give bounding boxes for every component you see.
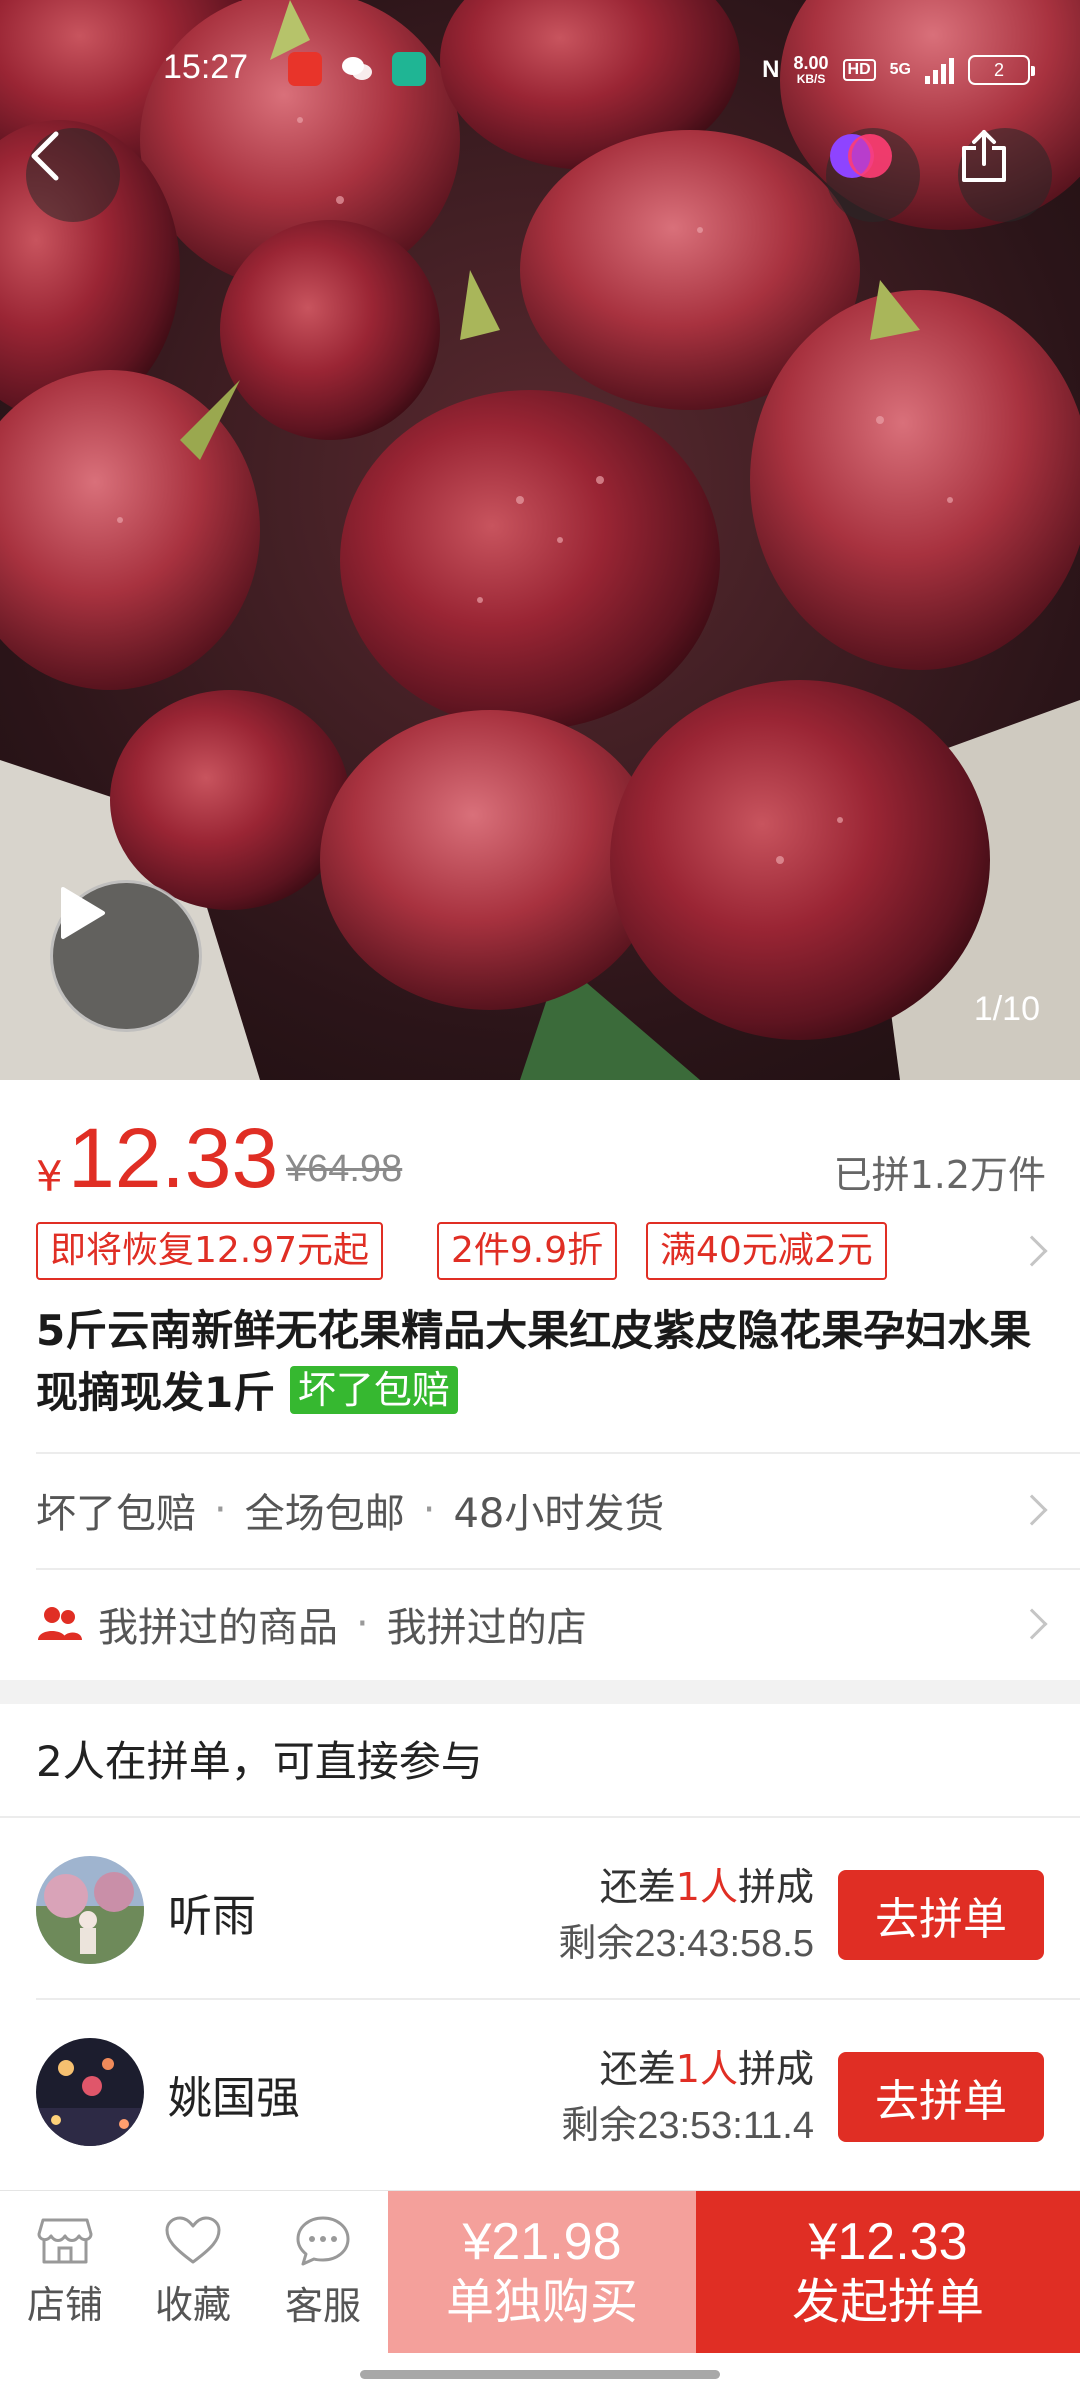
group-buy-label: 发起拼单 — [791, 2274, 984, 2330]
store-button[interactable]: 店铺 — [0, 2191, 130, 2353]
history-stores-link: 我拼过的店 — [386, 1605, 587, 1651]
single-label: 单独购买 — [445, 2274, 638, 2330]
didi-icon — [392, 52, 426, 86]
group-buy-header: 2人在拼单，可直接参与 — [36, 1737, 483, 1786]
service-item: 坏了包赔 — [36, 1491, 196, 1537]
currency-symbol: ¥ — [36, 1152, 63, 1201]
share-icon — [962, 130, 1006, 182]
group-price: 12.33 — [68, 1111, 279, 1205]
product-title: 5斤云南新鲜无花果精品大果红皮紫皮隐花果孕妇水果现摘现发1斤 坏了包赔 — [36, 1300, 1036, 1424]
speed-unit: KB/S — [796, 72, 826, 86]
play-icon — [61, 887, 105, 939]
nfc-icon: N — [762, 56, 780, 83]
battery-icon: 2 — [968, 55, 1035, 85]
play-video-button[interactable] — [50, 880, 202, 1032]
need-suffix: 拼成 — [737, 2047, 814, 2091]
image-counter: 1/10 — [973, 990, 1040, 1028]
group-buy-price: ¥12.33 — [808, 2213, 968, 2271]
service-guarantees-row[interactable]: 坏了包赔 · 全场包邮 · 48小时发货 — [36, 1460, 1048, 1560]
home-indicator[interactable] — [360, 2370, 720, 2379]
join-group-button[interactable]: 去拼单 — [838, 1870, 1044, 1960]
store-icon — [37, 2218, 93, 2263]
purchase-history-row[interactable]: 我拼过的商品 · 我拼过的店 — [36, 1574, 1048, 1674]
start-group-buy-button[interactable]: ¥12.33 发起拼单 — [696, 2191, 1080, 2353]
guarantee-badge: 坏了包赔 — [289, 1366, 458, 1414]
group-row: 姚国强 还差1人拼成 剩余23:53:11.4 去拼单 — [0, 2000, 1080, 2180]
need-count: 1人 — [675, 1865, 738, 1909]
separator-dot: · — [214, 1487, 227, 1533]
single-price: ¥21.98 — [462, 2213, 622, 2271]
pinduoduo-notification-icon — [288, 52, 322, 86]
countdown-timer: 剩余23:43:58.5 — [558, 1923, 814, 1965]
promo-tag: 满40元减2元 — [646, 1222, 887, 1280]
speed-value: 8.00 — [793, 53, 829, 73]
promo-tag: 即将恢复12.97元起 — [36, 1222, 384, 1280]
divider — [36, 1452, 1080, 1454]
history-products-link: 我拼过的商品 — [98, 1605, 338, 1651]
promo-tags-row[interactable]: 即将恢复12.97元起 2件9.9折 满40元减2元 — [36, 1222, 1048, 1282]
store-label: 店铺 — [26, 2282, 103, 2327]
avatar — [36, 2038, 144, 2146]
section-separator — [0, 1680, 1080, 1704]
wechat-icon — [340, 52, 374, 86]
countdown-timer: 剩余23:53:11.4 — [561, 2105, 814, 2147]
back-button[interactable] — [26, 128, 120, 222]
service-item: 全场包邮 — [244, 1491, 405, 1537]
join-group-button[interactable]: 去拼单 — [838, 2052, 1044, 2142]
need-suffix: 拼成 — [737, 1865, 814, 1909]
promo-tag: 2件9.9折 — [437, 1222, 618, 1280]
group-leader-name: 姚国强 — [168, 2073, 300, 2124]
separator-dot: · — [356, 1601, 369, 1647]
need-prefix: 还差 — [599, 2047, 676, 2091]
network-speed: 8.00 KB/S — [794, 54, 829, 86]
chevron-right-icon — [1016, 1494, 1048, 1526]
service-item: 48小时发货 — [453, 1491, 665, 1537]
product-image-carousel[interactable]: 15:27 N 8.00 KB/S HD 5G 2 1/10 — [0, 0, 1080, 1080]
group-row: 听雨 还差1人拼成 剩余23:43:58.5 去拼单 — [0, 1818, 1080, 1998]
chevron-left-icon — [31, 131, 59, 181]
status-time: 15:27 — [163, 48, 249, 86]
product-title-text: 5斤云南新鲜无花果精品大果红皮紫皮隐花果孕妇水果现摘现发1斤 — [36, 1306, 1032, 1417]
bottom-action-bar: 店铺 收藏 客服 ¥21.98 单独购买 ¥12.33 发起拼单 — [0, 2190, 1080, 2353]
chevron-right-icon — [1016, 1235, 1048, 1267]
favorite-button[interactable]: 收藏 — [128, 2191, 258, 2353]
status-right-cluster: N 8.00 KB/S HD 5G 2 — [762, 50, 1035, 90]
chat-icon — [296, 2216, 350, 2265]
favorite-label: 收藏 — [154, 2282, 231, 2327]
avatar — [36, 1856, 144, 1964]
heart-icon — [165, 2216, 221, 2263]
price-row: ¥ 12.33 ¥64.98 已拼1.2万件 — [36, 1110, 1046, 1210]
network-type: 5G — [889, 61, 911, 78]
original-price: ¥64.98 — [286, 1148, 403, 1190]
hd-icon: HD — [842, 59, 876, 81]
customer-service-label: 客服 — [284, 2283, 361, 2328]
brand-logo-icon — [830, 134, 892, 178]
need-count: 1人 — [675, 2047, 738, 2091]
divider — [36, 1568, 1080, 1570]
sold-count: 已拼1.2万件 — [833, 1153, 1046, 1197]
group-need: 还差1人拼成 — [600, 1856, 814, 1911]
chevron-right-icon — [1016, 1608, 1048, 1640]
battery-level: 2 — [993, 59, 1004, 80]
app-logo-button[interactable] — [826, 128, 920, 222]
need-prefix: 还差 — [599, 1865, 676, 1909]
signal-icon — [925, 56, 954, 84]
buy-alone-button[interactable]: ¥21.98 单独购买 — [388, 2191, 696, 2353]
share-button[interactable] — [958, 128, 1052, 222]
customer-service-button[interactable]: 客服 — [258, 2191, 388, 2353]
group-leader-name: 听雨 — [168, 1891, 256, 1942]
status-bar: 15:27 N 8.00 KB/S HD 5G 2 — [0, 0, 1080, 120]
users-icon — [38, 1607, 82, 1640]
group-need: 还差1人拼成 — [600, 2038, 814, 2093]
separator-dot: · — [422, 1487, 436, 1533]
